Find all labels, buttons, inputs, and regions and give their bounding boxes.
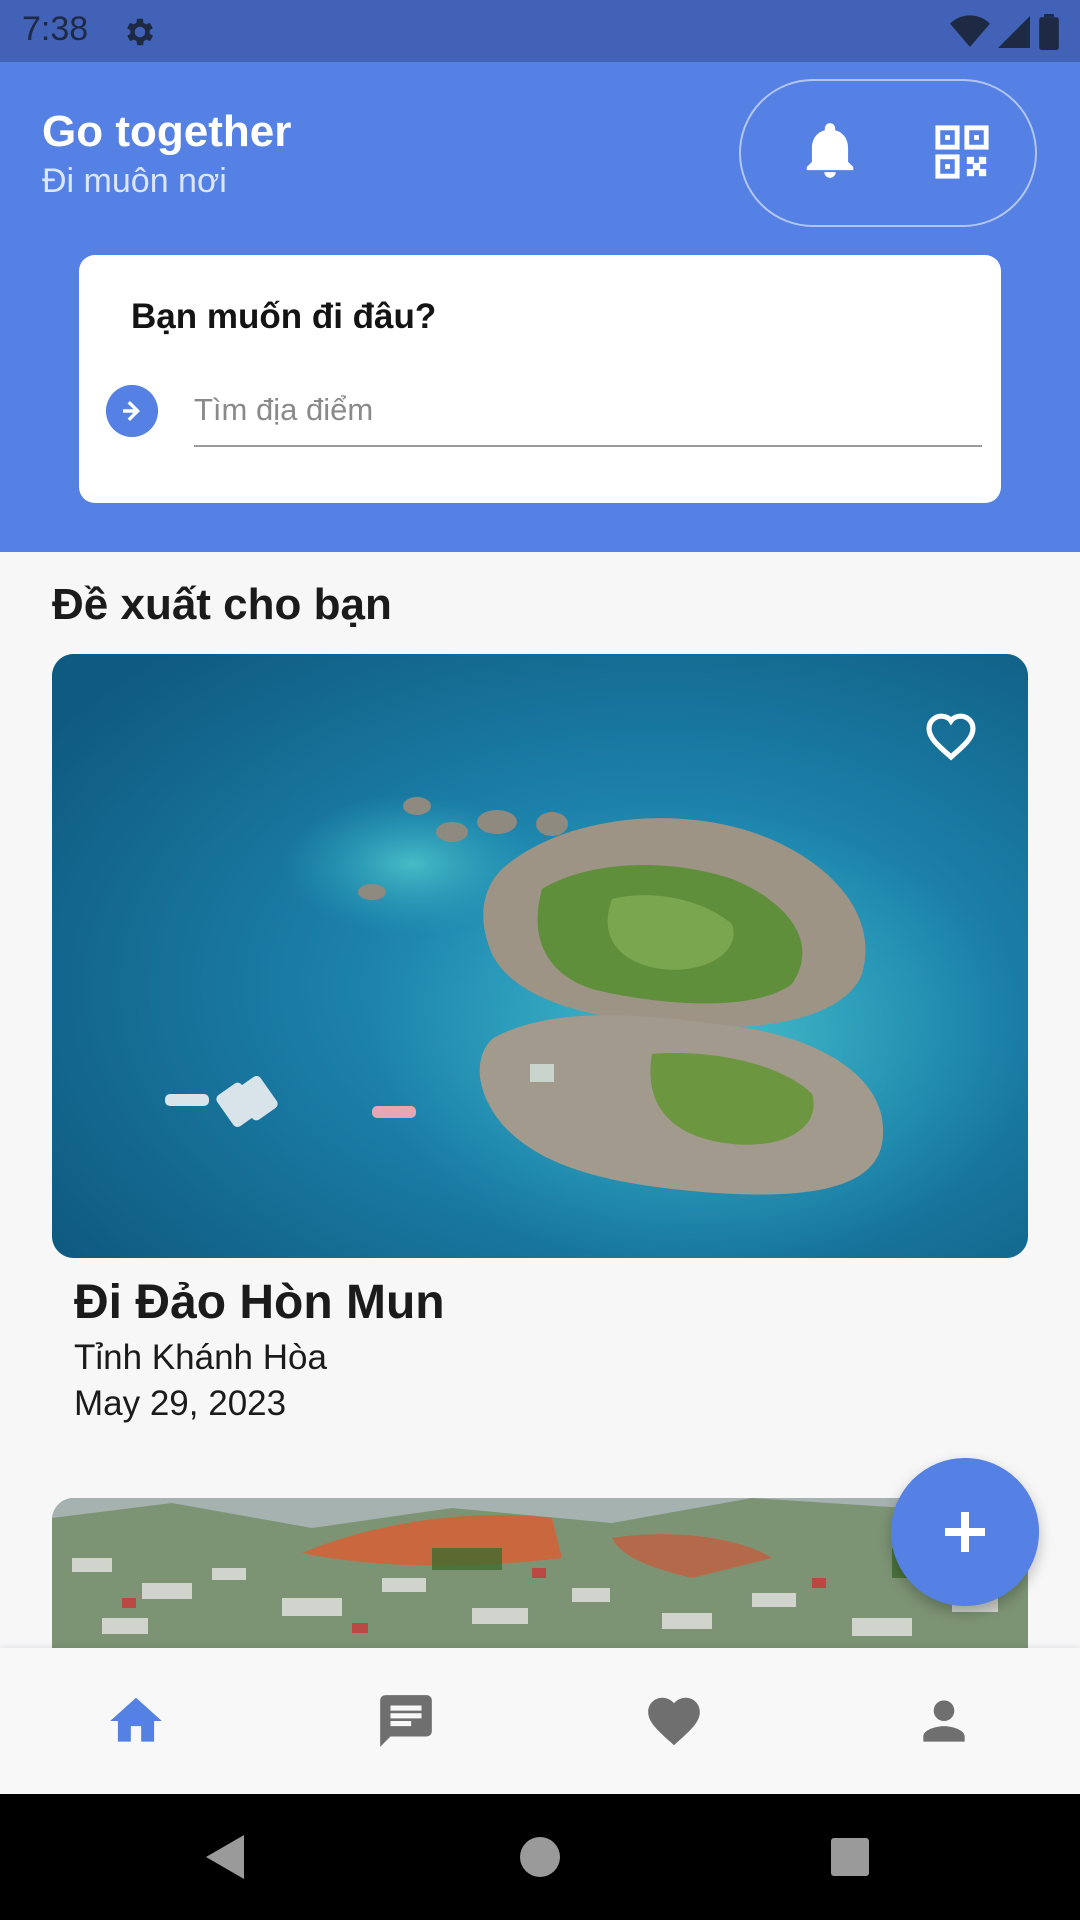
qr-code-icon[interactable] [933, 123, 991, 181]
destination-date: May 29, 2023 [74, 1384, 287, 1423]
home-circle-icon[interactable] [510, 1827, 570, 1887]
search-input[interactable] [194, 375, 982, 447]
add-button[interactable] [891, 1458, 1039, 1606]
island-photo [52, 654, 1028, 1258]
chat-icon[interactable] [373, 1690, 439, 1752]
settings-icon [127, 18, 154, 46]
battery-icon [1039, 14, 1059, 50]
signal-icon [998, 16, 1030, 48]
destination-image[interactable] [52, 654, 1028, 1258]
destination-image[interactable] [52, 1498, 1028, 1648]
header-actions-pill [739, 79, 1037, 227]
status-time: 7:38 [22, 10, 89, 48]
favorite-icon[interactable] [641, 1690, 707, 1752]
search-card: Bạn muốn đi đâu? [79, 255, 1001, 503]
recents-icon[interactable] [820, 1827, 880, 1887]
favorite-outline-icon[interactable] [920, 704, 982, 762]
wifi-icon [950, 15, 990, 47]
person-icon[interactable] [911, 1690, 977, 1752]
destination-name[interactable]: Đi Đảo Hòn Mun [74, 1275, 445, 1330]
search-card-title: Bạn muốn đi đâu? [131, 297, 437, 336]
section-title: Đề xuất cho bạn [52, 580, 392, 629]
bottom-nav [0, 1648, 1080, 1794]
home-icon[interactable] [103, 1690, 169, 1752]
app-subtitle: Đi muôn nơi [42, 162, 227, 200]
system-nav-bar [0, 1794, 1080, 1920]
town-photo [52, 1498, 1028, 1648]
back-icon[interactable] [196, 1827, 256, 1887]
bell-icon[interactable] [799, 121, 861, 183]
destination-province: Tỉnh Khánh Hòa [74, 1338, 327, 1377]
app-title: Go together [42, 107, 292, 156]
app-header: Go together Đi muôn nơi Bạn muốn đi đâu?… [0, 62, 1080, 552]
arrow-right-icon[interactable] [106, 385, 158, 437]
status-bar: 7:38 [0, 0, 1080, 62]
